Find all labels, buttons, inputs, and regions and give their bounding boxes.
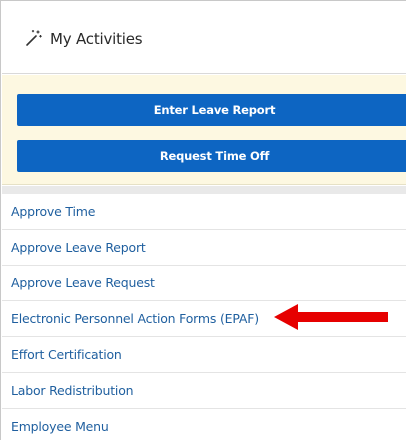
panel-header: My Activities: [2, 2, 406, 74]
link-approve-time[interactable]: Approve Time: [2, 194, 406, 230]
panel-title: My Activities: [50, 30, 143, 48]
quick-actions: Enter Leave Report Request Time Off: [2, 75, 406, 185]
link-effort-certification[interactable]: Effort Certification: [2, 337, 406, 373]
link-approve-leave-report[interactable]: Approve Leave Report: [2, 230, 406, 266]
red-arrow-left-icon: [274, 304, 388, 330]
enter-leave-report-button[interactable]: Enter Leave Report: [17, 94, 406, 126]
magic-wand-icon: [26, 30, 42, 46]
request-time-off-button[interactable]: Request Time Off: [17, 140, 406, 172]
section-divider: [2, 186, 406, 194]
my-activities-panel: My Activities Enter Leave Report Request…: [0, 0, 406, 440]
link-labor-redistribution[interactable]: Labor Redistribution: [2, 373, 406, 409]
link-approve-leave-request[interactable]: Approve Leave Request: [2, 266, 406, 302]
link-employee-menu[interactable]: Employee Menu: [2, 409, 406, 440]
